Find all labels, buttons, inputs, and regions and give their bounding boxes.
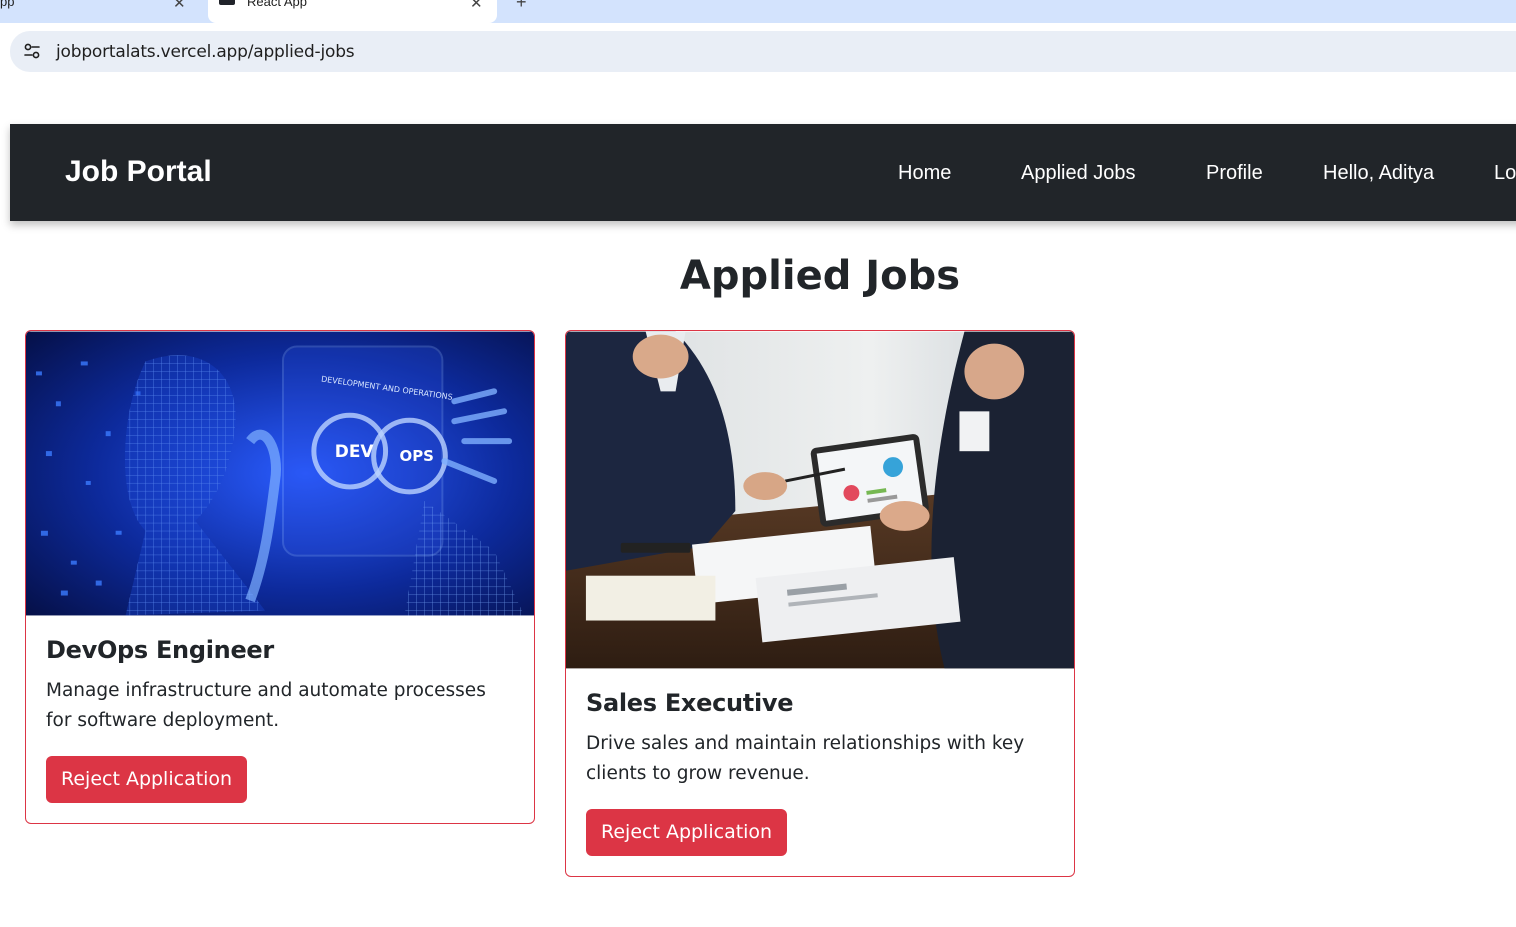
image-ops-text: OPS: [400, 447, 434, 465]
react-favicon-icon: [219, 0, 235, 5]
site-info-icon[interactable]: [21, 40, 43, 62]
nav-logout[interactable]: Lo: [1494, 162, 1516, 185]
devops-image: DEVELOPMENT AND OPERATIONS DEV OPS: [26, 331, 534, 616]
address-bar[interactable]: jobportalats.vercel.app/applied-jobs: [10, 31, 1516, 72]
browser-toolbar: jobportalats.vercel.app/applied-jobs: [0, 23, 1516, 80]
reject-application-button[interactable]: Reject Application: [46, 756, 248, 803]
url-text[interactable]: jobportalats.vercel.app/applied-jobs: [56, 42, 355, 62]
nav-profile[interactable]: Profile: [1206, 162, 1263, 185]
job-title: DevOps Engineer: [46, 636, 274, 664]
browser-tabstrip: pp ✕ React App ✕ +: [0, 0, 1516, 23]
job-description: Drive sales and maintain relationships w…: [586, 733, 1025, 784]
job-card: DEVELOPMENT AND OPERATIONS DEV OPS DevOp…: [25, 330, 535, 824]
reject-application-button[interactable]: Reject Application: [586, 809, 788, 856]
job-description: Manage infrastructure and automate proce…: [46, 680, 486, 731]
tab-label: React App: [247, 0, 307, 9]
tab-label: pp: [0, 0, 15, 9]
brand-logo[interactable]: Job Portal: [65, 155, 212, 189]
browser-tab-inactive[interactable]: pp ✕: [0, 0, 197, 23]
card-body: Sales Executive Drive sales and maintain…: [566, 669, 1074, 876]
app-navbar: Job Portal Home Applied Jobs Profile Hel…: [10, 124, 1516, 221]
browser-tab-active[interactable]: React App ✕: [208, 0, 497, 23]
nav-home[interactable]: Home: [898, 162, 951, 185]
nav-applied-jobs[interactable]: Applied Jobs: [1021, 162, 1136, 185]
new-tab-button[interactable]: +: [516, 0, 527, 13]
image-dev-text: DEV: [335, 441, 375, 461]
job-title: Sales Executive: [586, 689, 794, 717]
nav-user-greeting[interactable]: Hello, Aditya: [1323, 162, 1434, 185]
job-card: Sales Executive Drive sales and maintain…: [565, 330, 1075, 877]
close-icon[interactable]: ✕: [470, 0, 483, 12]
close-icon[interactable]: ✕: [173, 0, 186, 12]
sales-image: [566, 331, 1074, 669]
page-title: Applied Jobs: [679, 253, 961, 299]
card-body: DevOps Engineer Manage infrastructure an…: [26, 616, 534, 823]
